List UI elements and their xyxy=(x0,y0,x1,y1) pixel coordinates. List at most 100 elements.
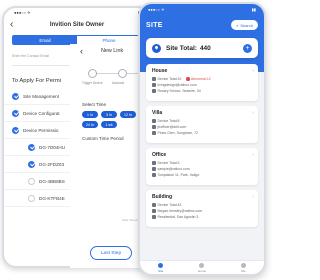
checkbox-unchecked-icon[interactable] xyxy=(28,177,35,185)
site-address: Pines Glen, Songtown, 72 xyxy=(157,131,198,135)
status-left: ●●●○○ ✈ xyxy=(148,7,165,12)
checkbox-checked-icon[interactable] xyxy=(28,160,35,168)
site-total-card: Site Total: 440 + xyxy=(146,38,258,58)
checkbox-checked-icon[interactable] xyxy=(12,92,19,100)
chevron-right-icon: › xyxy=(252,194,254,200)
device-icon xyxy=(152,203,156,207)
chevron-right-icon: › xyxy=(252,152,254,158)
device-icon xyxy=(152,119,156,123)
step-1-circle-icon xyxy=(88,69,97,78)
step-2-circle-icon xyxy=(118,69,127,78)
site-list: House › Device Total:10 Abnormal:12 livi… xyxy=(146,64,258,232)
address-row: Sunpalace 11, Park, Indigo xyxy=(152,172,252,178)
status-bar: ●●●○○ ✈ ▮▮ xyxy=(4,8,150,18)
nav-item-home[interactable]: Home xyxy=(181,261,222,274)
permission-label: Device Permissio xyxy=(23,127,59,133)
abnormal-count: Abnormal:12 xyxy=(190,77,211,81)
time-chip[interactable]: 1 hr xyxy=(82,111,98,118)
site-icon xyxy=(158,262,164,268)
chevron-right-icon: › xyxy=(252,68,254,74)
status-bar: ●●●○○ ✈ ▮▮ xyxy=(148,7,256,12)
site-total-value: 440 xyxy=(199,44,211,52)
step-1-label: Trigger Device xyxy=(82,81,103,85)
site-list-phone: ●●●○○ ✈ ▮▮ SITE ⌕ Search Site Total: 440… xyxy=(138,2,266,276)
time-chip[interactable]: 3 hr xyxy=(101,111,117,118)
page-title: New Link xyxy=(101,48,124,54)
site-email: Megan.hensley@ratbox.com xyxy=(157,209,203,213)
last-step-button[interactable]: Last Step xyxy=(90,246,132,260)
device-total: Device Total:10 xyxy=(157,77,182,81)
device-icon xyxy=(152,77,156,81)
site-total-label: Site Total: xyxy=(166,44,197,52)
device-total: Device Total:3 xyxy=(157,161,180,165)
nav-label: Site xyxy=(158,268,164,273)
location-icon xyxy=(152,173,156,177)
page-title: Invition Site Owner xyxy=(49,22,105,28)
device-icon xyxy=(152,161,156,165)
nav-item-site[interactable]: Site xyxy=(140,261,181,274)
site-name: Building xyxy=(152,194,172,200)
address-row: Rosary School, Seawire, 34 xyxy=(152,88,252,94)
device-label: DG-2FDZ03 xyxy=(39,161,65,167)
nav-label: Me xyxy=(241,268,246,273)
location-icon xyxy=(152,89,156,93)
address-row: Residential, San Agustin 3 xyxy=(152,214,252,220)
site-address: Rosary School, Seawire, 34 xyxy=(157,89,201,93)
permission-label: Device Configurat xyxy=(23,110,60,116)
device-label: DG-KTFB4E xyxy=(39,195,65,201)
checkbox-unchecked-icon[interactable] xyxy=(28,194,35,202)
step-2-label: Associat xyxy=(112,81,125,85)
device-total: Device Total:8 xyxy=(157,119,180,123)
app-bar: SITE ⌕ Search xyxy=(146,18,258,32)
search-icon: ⌕ xyxy=(236,22,239,28)
mail-icon xyxy=(152,209,156,213)
app-title: SITE xyxy=(146,21,163,29)
address-row: Pines Glen, Songtown, 72 xyxy=(152,130,252,136)
site-name: House xyxy=(152,68,168,74)
back-arrow-icon[interactable]: ‹ xyxy=(80,46,83,56)
user-icon xyxy=(240,262,246,268)
device-total: Device Total:43 xyxy=(157,203,182,207)
tab-phone[interactable]: Phone xyxy=(77,36,141,44)
invitation-header: ‹ Invition Site Owner xyxy=(4,18,150,32)
mail-icon xyxy=(152,167,156,171)
checkbox-checked-icon[interactable] xyxy=(12,126,19,134)
site-card[interactable]: Villa › Device Total:8 jbofficer@dell.co… xyxy=(146,106,258,143)
site-name: Office xyxy=(152,152,167,158)
battery-icon: ▮▮ xyxy=(251,7,256,12)
site-address: Residential, San Agustin 3 xyxy=(157,215,199,219)
location-icon xyxy=(152,131,156,135)
home-icon xyxy=(199,262,205,268)
warning-icon xyxy=(186,77,190,81)
location-pin-icon xyxy=(152,43,161,53)
abnormal-badge: Abnormal:12 xyxy=(186,77,211,81)
time-chip[interactable]: 12 hr xyxy=(120,111,136,118)
bottom-nav: Site Home Me xyxy=(140,260,264,274)
status-left: ●●●○○ ✈ xyxy=(14,10,31,15)
site-email: sample@ratbox.com xyxy=(157,167,190,171)
nav-item-me[interactable]: Me xyxy=(223,261,264,274)
search-label: Search xyxy=(240,22,253,28)
site-email: jbofficer@dell.com xyxy=(157,125,187,129)
location-icon xyxy=(152,215,156,219)
time-chip[interactable]: 24 hr xyxy=(82,121,98,128)
chevron-right-icon: › xyxy=(252,110,254,116)
tab-email[interactable]: Email xyxy=(13,36,77,44)
site-email: livingdesign@ratbox.com xyxy=(157,83,197,87)
nav-label: Home xyxy=(197,268,206,273)
device-label: DG-4BB8BS xyxy=(39,178,65,184)
site-card[interactable]: Building › Device Total:43 Megan.hensley… xyxy=(146,190,258,227)
permission-label: Site Management xyxy=(23,93,60,99)
mail-icon xyxy=(152,83,156,87)
add-site-button[interactable]: + xyxy=(243,43,252,53)
device-label: DG-7D04HU xyxy=(39,144,66,150)
site-name: Villa xyxy=(152,110,163,116)
mail-icon xyxy=(152,125,156,129)
checkbox-checked-icon[interactable] xyxy=(12,109,19,117)
site-address: Sunpalace 11, Park, Indigo xyxy=(157,173,200,177)
time-chip[interactable]: 1 wk xyxy=(101,121,117,128)
checkbox-checked-icon[interactable] xyxy=(28,143,35,151)
search-button[interactable]: ⌕ Search xyxy=(231,20,258,30)
site-card[interactable]: Office › Device Total:3 sample@ratbox.co… xyxy=(146,148,258,185)
site-card[interactable]: House › Device Total:10 Abnormal:12 livi… xyxy=(146,64,258,101)
